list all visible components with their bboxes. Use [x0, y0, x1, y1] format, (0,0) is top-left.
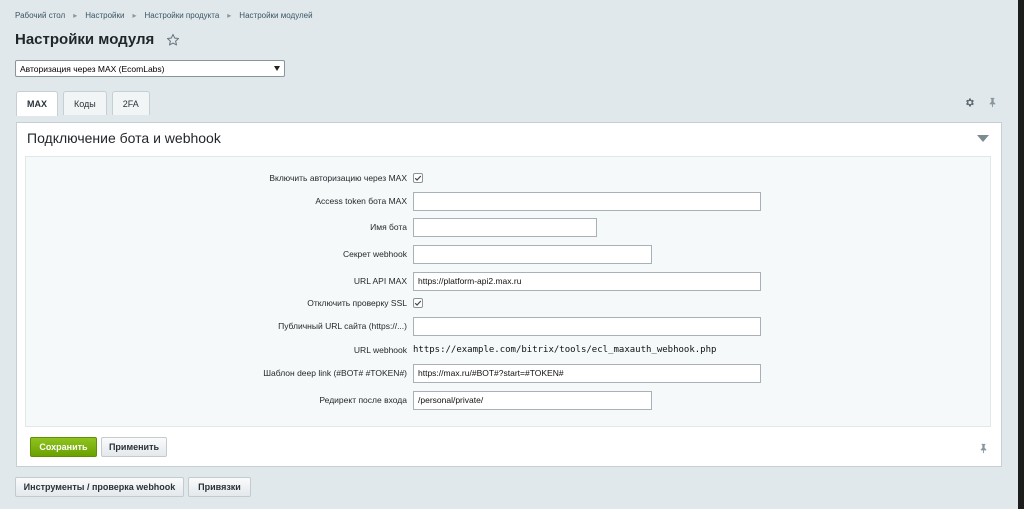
tab-max[interactable]: MAX	[16, 91, 58, 116]
form-row-redirect: Редирект после входа	[26, 390, 990, 410]
checkmark-icon	[414, 175, 422, 181]
pin-icon[interactable]	[978, 443, 989, 454]
pin-icon[interactable]	[987, 97, 998, 108]
redirect-input[interactable]	[413, 390, 652, 410]
enable-auth-label: Включить авторизацию через MAX	[269, 173, 407, 183]
chevron-down-icon	[274, 66, 280, 71]
api-url-input[interactable]	[413, 271, 761, 291]
star-icon[interactable]	[166, 33, 180, 47]
breadcrumb: Рабочий стол ▸ Настройки ▸ Настройки про…	[15, 11, 313, 20]
deeplink-label: Шаблон deep link (#BOT# #TOKEN#)	[263, 368, 407, 378]
form-row-webhook-url: URL webhook https://example.com/bitrix/t…	[26, 340, 990, 360]
section-title: Подключение бота и webhook	[27, 130, 221, 146]
api-url-label: URL API MAX	[353, 276, 407, 286]
form-area: Включить авторизацию через MAX Access to…	[25, 156, 991, 427]
collapse-triangle-icon[interactable]	[977, 135, 989, 143]
bindings-button[interactable]: Привязки	[188, 477, 251, 497]
redirect-label: Редирект после входа	[319, 395, 407, 405]
tab-bar: MAX Коды 2FA	[16, 91, 155, 116]
window-edge	[1018, 0, 1024, 509]
breadcrumb-separator-icon: ▸	[227, 11, 232, 20]
module-select[interactable]: Авторизация через MAX (EcomLabs)	[15, 60, 285, 77]
tools-webhook-check-button[interactable]: Инструменты / проверка webhook	[15, 477, 184, 497]
gear-icon[interactable]	[964, 97, 975, 108]
webhook-url-label: URL webhook	[353, 345, 407, 355]
access-token-input[interactable]	[413, 191, 761, 211]
save-button[interactable]: Сохранить	[30, 437, 97, 457]
tab-codes[interactable]: Коды	[63, 91, 107, 115]
public-url-input[interactable]	[413, 316, 761, 336]
form-row-public-url: Публичный URL сайта (https://...)	[26, 316, 990, 336]
form-row-disable-ssl: Отключить проверку SSL	[26, 293, 990, 313]
bot-name-label: Имя бота	[370, 222, 407, 232]
tab-tools	[964, 97, 998, 108]
form-row-deeplink: Шаблон deep link (#BOT# #TOKEN#)	[26, 363, 990, 383]
settings-panel: Подключение бота и webhook Включить авто…	[16, 122, 1002, 467]
apply-button[interactable]: Применить	[101, 437, 167, 457]
form-row-access-token: Access token бота MAX	[26, 191, 990, 211]
deeplink-input[interactable]	[413, 363, 761, 383]
webhook-url-value: https://example.com/bitrix/tools/ecl_max…	[413, 345, 717, 355]
enable-auth-checkbox[interactable]	[413, 173, 423, 183]
tab-2fa[interactable]: 2FA	[111, 91, 150, 115]
breadcrumb-desktop[interactable]: Рабочий стол	[15, 11, 65, 20]
module-select-value: Авторизация через MAX (EcomLabs)	[20, 63, 165, 74]
breadcrumb-settings[interactable]: Настройки	[85, 11, 124, 20]
form-row-enable-auth: Включить авторизацию через MAX	[26, 168, 990, 188]
form-row-webhook-secret: Секрет webhook	[26, 244, 990, 264]
access-token-label: Access token бота MAX	[315, 196, 407, 206]
breadcrumb-module-settings[interactable]: Настройки модулей	[239, 11, 312, 20]
breadcrumb-product-settings[interactable]: Настройки продукта	[144, 11, 219, 20]
public-url-label: Публичный URL сайта (https://...)	[278, 321, 407, 331]
webhook-secret-input[interactable]	[413, 244, 652, 264]
page-title: Настройки модуля	[15, 31, 155, 48]
disable-ssl-checkbox[interactable]	[413, 298, 423, 308]
breadcrumb-separator-icon: ▸	[73, 11, 78, 20]
bot-name-input[interactable]	[413, 217, 597, 237]
breadcrumb-separator-icon: ▸	[132, 11, 137, 20]
disable-ssl-label: Отключить проверку SSL	[307, 298, 407, 308]
form-row-api-url: URL API MAX	[26, 271, 990, 291]
webhook-secret-label: Секрет webhook	[342, 249, 407, 259]
form-row-bot-name: Имя бота	[26, 217, 990, 237]
checkmark-icon	[414, 300, 422, 306]
